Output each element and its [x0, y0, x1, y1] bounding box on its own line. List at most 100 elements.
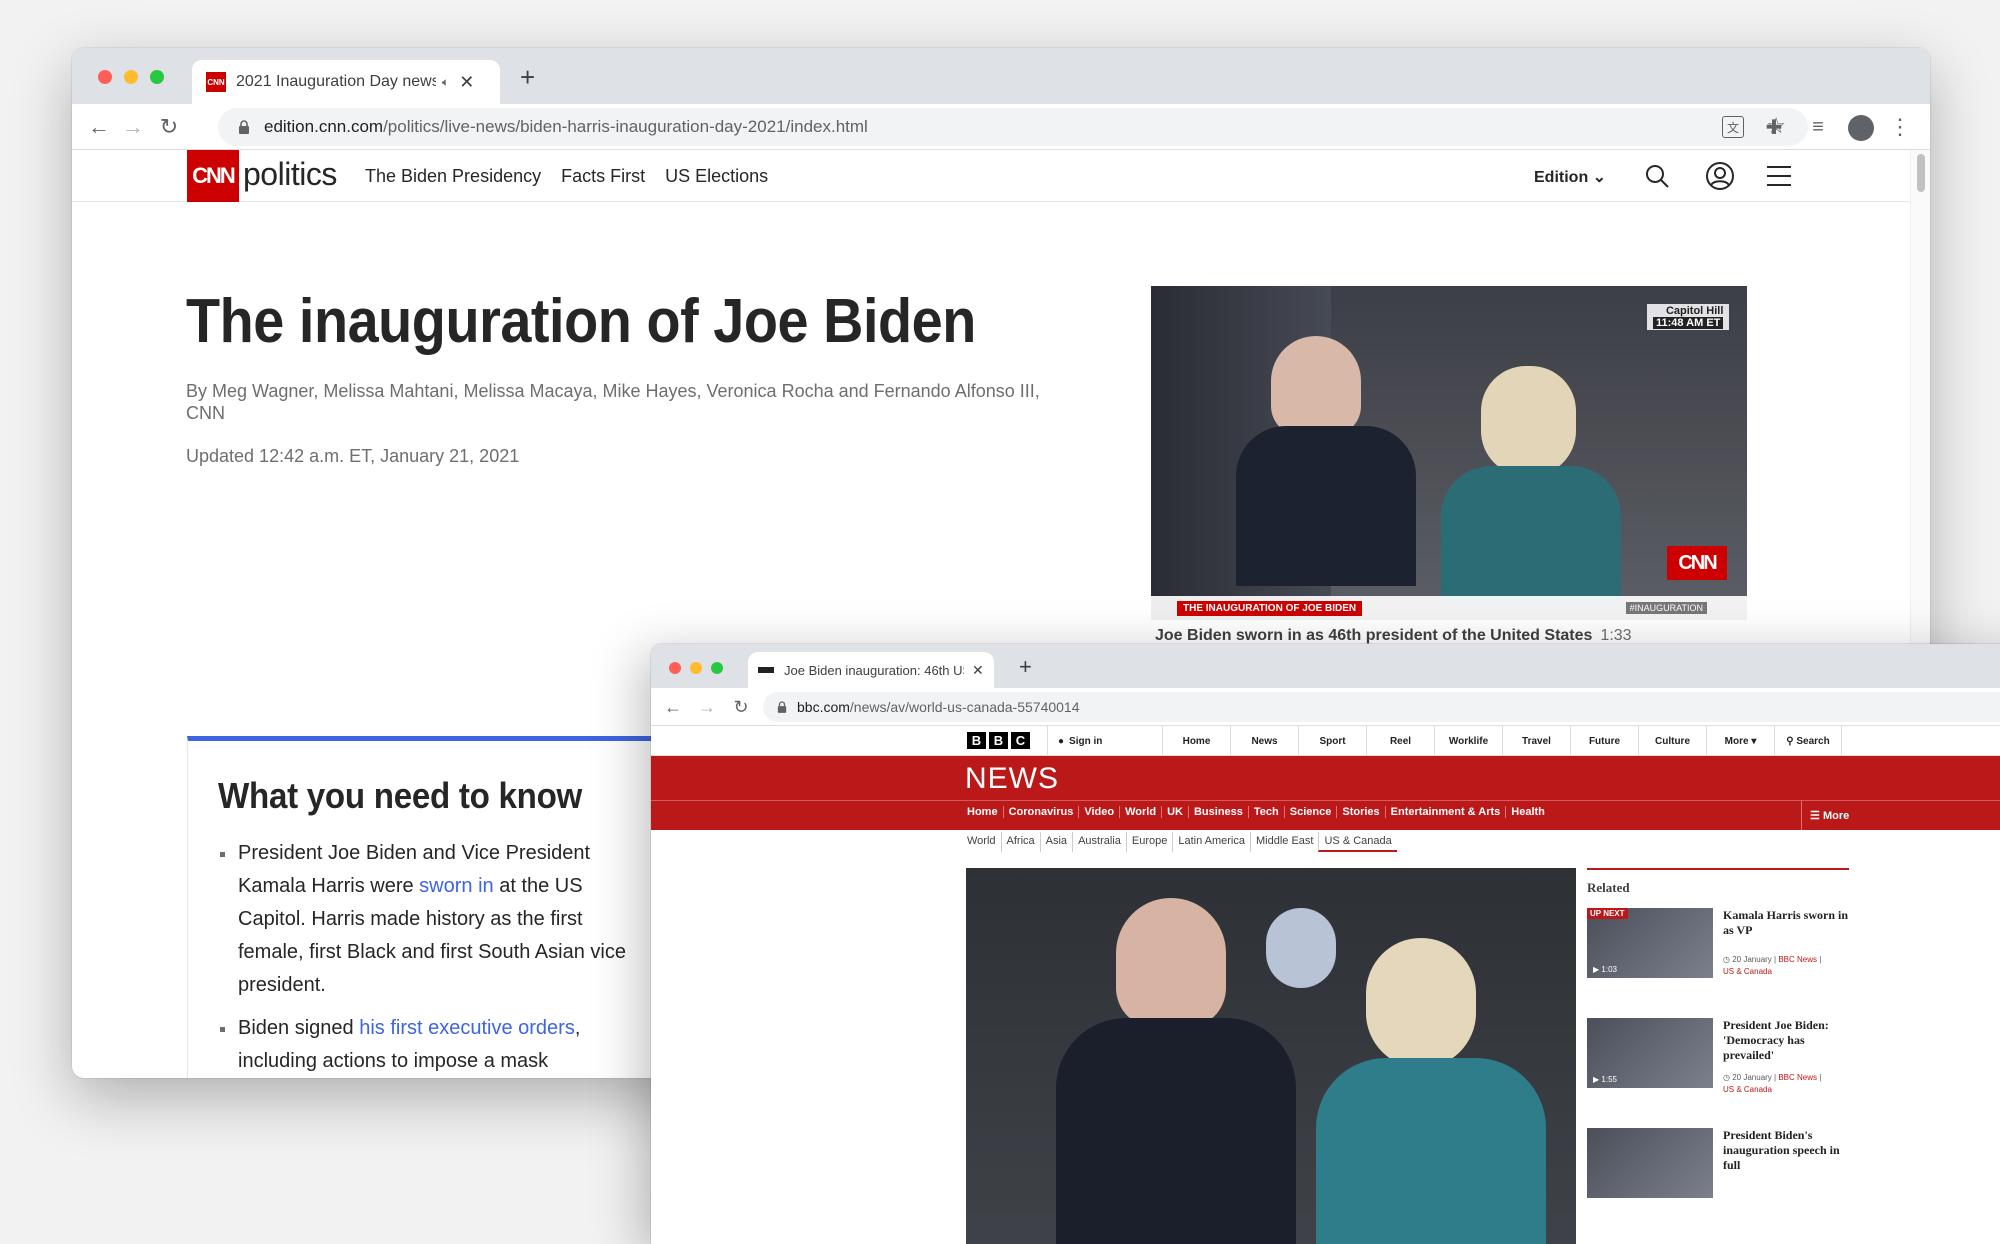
address-bar[interactable]: edition.cnn.com/politics/live-news/biden… [218, 108, 1808, 146]
tab-cnn[interactable]: CNN 2021 Inauguration Day news and live … [192, 60, 500, 104]
news-nav-home[interactable]: Home [967, 806, 1003, 818]
back-icon[interactable]: ← [661, 695, 685, 719]
subnav-africa[interactable]: Africa [1000, 832, 1040, 852]
nav-biden-presidency[interactable]: The Biden Presidency [365, 166, 541, 187]
nav-worklife[interactable]: Worklife [1434, 726, 1502, 756]
related-item[interactable]: UP NEXT ▶ 1:03 Kamala Harris sworn in as… [1587, 908, 1849, 1018]
world-subnav: World Africa Asia Australia Europe Latin… [967, 832, 1397, 852]
sworn-in-link[interactable]: sworn in [419, 875, 493, 897]
address-bar[interactable]: bbc.com/news/av/world-us-canada-55740014… [763, 692, 2000, 722]
media-control-icon[interactable]: ≡ [1804, 113, 1832, 141]
profile-avatar-icon[interactable] [1848, 115, 1874, 141]
news-nav-video[interactable]: Video [1078, 806, 1119, 818]
video-caption[interactable]: Joe Biden sworn in as 46th president of … [1155, 627, 1632, 645]
inauguration-video-player[interactable]: Capitol Hill 11:48 AM ET CNN THE INAUGURA… [1151, 286, 1747, 620]
list-item: President Joe Biden and Vice President K… [218, 837, 638, 1002]
news-nav-stories[interactable]: Stories [1336, 806, 1384, 818]
news-nav-business[interactable]: Business [1187, 806, 1248, 818]
speaker-icon[interactable]: 🔈︎ [442, 75, 449, 90]
bbc-browser-window: Joe Biden inauguration: 46th US Presiden… [651, 644, 2000, 1244]
news-title[interactable]: NEWS [965, 762, 1059, 796]
nav-home[interactable]: Home [1162, 726, 1230, 756]
tab-strip: CNN 2021 Inauguration Day news and live … [72, 48, 1930, 104]
section-title[interactable]: politics [243, 156, 337, 193]
related-item[interactable]: President Biden's inauguration speech in… [1587, 1128, 1849, 1238]
nav-facts-first[interactable]: Facts First [561, 166, 645, 187]
url-text[interactable]: edition.cnn.com/politics/live-news/biden… [264, 117, 868, 137]
subnav-us-canada[interactable]: US & Canada [1318, 832, 1397, 852]
tab-bbc[interactable]: Joe Biden inauguration: 46th US Presiden… [748, 652, 994, 688]
subnav-europe[interactable]: Europe [1125, 832, 1172, 852]
subnav-latin-america[interactable]: Latin America [1172, 832, 1250, 852]
lower-third: THE INAUGURATION OF JOE BIDEN #INAUGURAT… [1151, 596, 1747, 620]
news-nav-health[interactable]: Health [1505, 806, 1550, 818]
nav-culture[interactable]: Culture [1638, 726, 1706, 756]
minimize-window-button[interactable] [124, 70, 138, 84]
nav-reel[interactable]: Reel [1366, 726, 1434, 756]
hamburger-menu-icon[interactable] [1767, 165, 1791, 187]
nav-news[interactable]: News [1230, 726, 1298, 756]
nav-future[interactable]: Future [1570, 726, 1638, 756]
forward-icon[interactable]: → [695, 695, 719, 719]
reload-icon[interactable]: ↻ [729, 695, 753, 719]
extensions-icon[interactable]: ✚ [1760, 113, 1788, 141]
translate-icon[interactable]: 文 [1722, 116, 1744, 138]
subnav-asia[interactable]: Asia [1039, 832, 1072, 852]
clock-icon: ◷ [1723, 1073, 1730, 1082]
zoom-window-button[interactable] [711, 662, 723, 674]
news-more-button[interactable]: ☰ More [1801, 801, 1849, 830]
nav-more[interactable]: More ▾ [1706, 726, 1774, 756]
close-tab-icon[interactable]: ✕ [972, 662, 984, 679]
search-icon[interactable] [1644, 163, 1670, 189]
forward-icon[interactable]: → [118, 112, 148, 142]
reload-icon[interactable]: ↻ [154, 112, 184, 142]
related-item-meta: ◷ 20 January | BBC News | US & Canada [1723, 1073, 1822, 1094]
zoom-window-button[interactable] [150, 70, 164, 84]
nav-us-elections[interactable]: US Elections [665, 166, 768, 187]
news-nav-entertainment[interactable]: Entertainment & Arts [1384, 806, 1506, 818]
related-item[interactable]: ▶ 1:55 President Joe Biden: 'Democracy h… [1587, 1018, 1849, 1128]
related-item-title[interactable]: President Biden's inauguration speech in… [1723, 1128, 1849, 1173]
tab-strip: Joe Biden inauguration: 46th US Presiden… [651, 644, 2000, 688]
sign-in-link[interactable]: ● Sign in [1047, 726, 1162, 756]
related-item-title[interactable]: President Joe Biden: 'Democracy has prev… [1723, 1018, 1849, 1063]
back-icon[interactable]: ← [84, 112, 114, 142]
window-controls [669, 662, 723, 674]
news-nav-coronavirus[interactable]: Coronavirus [1002, 806, 1079, 818]
cnn-logo[interactable]: CNN [187, 150, 239, 202]
related-videos-panel: Related UP NEXT ▶ 1:03 Kamala Harris swo… [1587, 868, 1849, 1238]
cnn-bug: CNN [1667, 546, 1727, 580]
new-tab-icon[interactable]: + [1019, 654, 1032, 680]
nav-search[interactable]: ⚲ Search [1774, 726, 1842, 756]
close-window-button[interactable] [669, 662, 681, 674]
news-nav-world[interactable]: World [1119, 806, 1161, 818]
close-tab-icon[interactable]: ✕ [459, 72, 474, 93]
close-window-button[interactable] [98, 70, 112, 84]
minimize-window-button[interactable] [690, 662, 702, 674]
new-tab-icon[interactable]: + [520, 62, 535, 93]
location-tag: Capitol Hill 11:48 AM ET [1647, 304, 1730, 330]
account-icon[interactable] [1705, 161, 1735, 191]
menu-kebab-icon[interactable]: ⋮ [1889, 113, 1911, 141]
related-thumbnail[interactable]: UP NEXT ▶ 1:03 [1587, 908, 1713, 978]
news-nav-science[interactable]: Science [1283, 806, 1337, 818]
news-nav-tech[interactable]: Tech [1247, 806, 1284, 818]
subnav-world[interactable]: World [967, 832, 1001, 852]
news-nav-uk[interactable]: UK [1161, 806, 1188, 818]
nav-sport[interactable]: Sport [1298, 726, 1366, 756]
related-item-title[interactable]: Kamala Harris sworn in as VP [1723, 908, 1849, 938]
nav-travel[interactable]: Travel [1502, 726, 1570, 756]
subnav-australia[interactable]: Australia [1072, 832, 1126, 852]
bbc-logo[interactable]: BBC [967, 732, 1030, 749]
subnav-middle-east[interactable]: Middle East [1250, 832, 1318, 852]
executive-orders-link[interactable]: his first executive orders [359, 1017, 575, 1039]
related-thumbnail[interactable]: ▶ 1:55 [1587, 1018, 1713, 1088]
edition-selector[interactable]: Edition ⌄ [1534, 167, 1606, 187]
lock-icon [777, 701, 787, 713]
related-thumbnail[interactable] [1587, 1128, 1713, 1198]
jill-figure-head [1481, 366, 1576, 476]
bbc-video-player[interactable] [966, 868, 1576, 1244]
url-text[interactable]: bbc.com/news/av/world-us-canada-55740014 [797, 699, 1080, 715]
scrollbar-thumb[interactable] [1917, 154, 1925, 192]
bbc-news-banner: NEWS Home Coronavirus Video World UK Bus… [651, 756, 2000, 830]
